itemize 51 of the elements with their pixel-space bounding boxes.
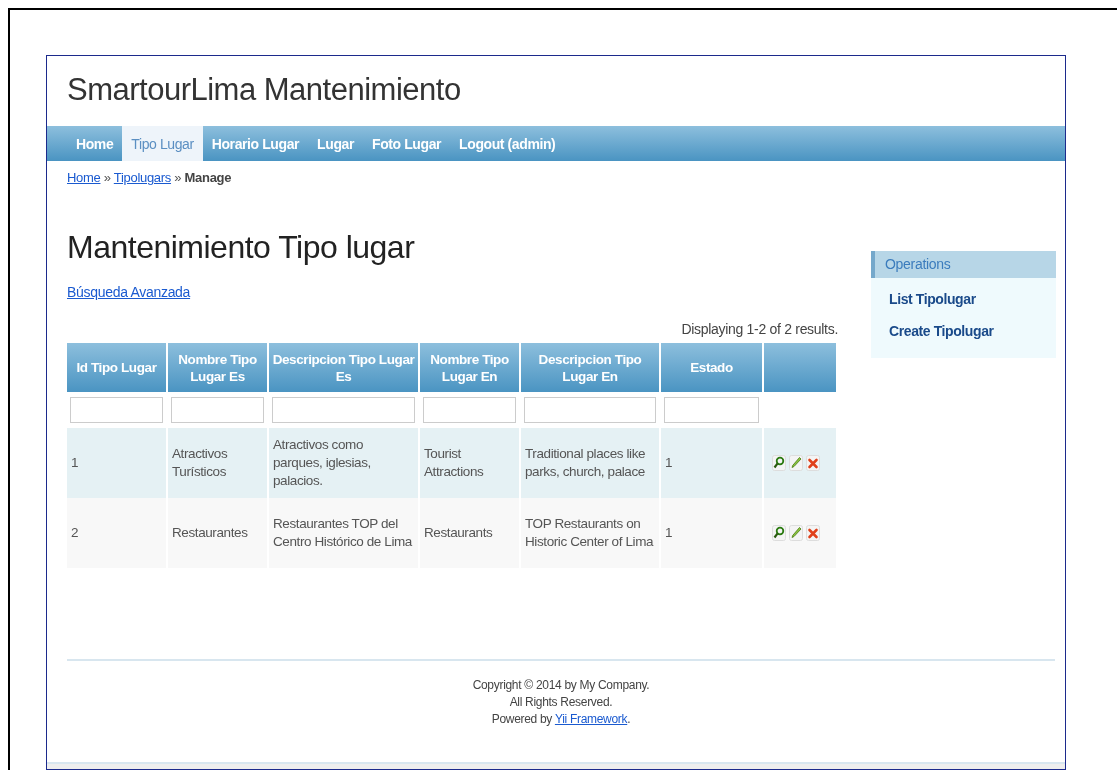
footer-text: Copyright © 2014 by My Company. <box>471 677 651 694</box>
magnifier-icon[interactable] <box>772 455 786 471</box>
nav-tab[interactable]: Tipo Lugar <box>122 126 203 161</box>
operation-link[interactable]: List Tipolugar <box>889 286 1056 318</box>
table-cell: TOP Restaurants on Historic Center of Lima <box>521 498 661 568</box>
footer-text: All Rights Reserved. <box>508 694 614 711</box>
page-heading: Mantenimiento Tipo lugar <box>67 229 416 267</box>
delete-icon[interactable] <box>806 525 820 541</box>
site-title: SmartourLima Mantenimiento <box>67 72 462 109</box>
table-cell: Restaurantes TOP del Centro Histórico de Lima <box>269 498 420 568</box>
filter-field[interactable] <box>171 397 264 423</box>
table-cell: Restaurants <box>420 498 521 568</box>
column-header[interactable]: Descripcion Tipo Lugar En <box>521 343 661 392</box>
breadcrumb-link[interactable]: Home <box>67 170 101 185</box>
column-header[interactable]: Id Tipo Lugar <box>67 343 168 392</box>
table-cell: 1 <box>661 428 764 498</box>
filter-field[interactable] <box>70 397 163 423</box>
filter-field[interactable] <box>272 397 415 423</box>
table-cell: Tourist Attractions <box>420 428 521 498</box>
nav-tab[interactable]: Lugar <box>308 126 363 161</box>
table-cell: Atractivos como parques, iglesias, palacios. <box>269 428 420 498</box>
nav-tab[interactable]: Horario Lugar <box>202 126 309 161</box>
footer-text: Powered by Yii Framework. <box>490 711 632 728</box>
magnifier-icon[interactable] <box>772 525 786 541</box>
pencil-icon[interactable] <box>789 525 803 541</box>
results-summary: Displaying 1-2 of 2 results. <box>680 321 838 339</box>
column-header[interactable]: Descripcion Tipo Lugar Es <box>269 343 420 392</box>
column-header[interactable]: Nombre Tipo Lugar Es <box>168 343 269 392</box>
filter-field[interactable] <box>524 397 656 423</box>
table-cell: 1 <box>661 498 764 568</box>
table-cell: Restaurantes <box>168 498 269 568</box>
advanced-search-link[interactable]: Búsqueda Avanzada <box>67 284 191 300</box>
breadcrumb-separator: » <box>174 170 182 185</box>
column-header[interactable]: Nombre Tipo Lugar En <box>420 343 521 392</box>
pencil-icon[interactable] <box>789 455 803 471</box>
operation-link[interactable]: Create Tipolugar <box>889 318 1056 350</box>
delete-icon[interactable] <box>806 455 820 471</box>
table-cell: Traditional places like parks, church, palace <box>521 428 661 498</box>
breadcrumb-current: Manage <box>184 170 232 185</box>
breadcrumb-link[interactable]: Tipolugars <box>113 170 172 185</box>
column-header[interactable]: Estado <box>661 343 764 392</box>
table-cell: 2 <box>67 498 168 568</box>
breadcrumb-separator: » <box>103 170 111 185</box>
table-cell: 1 <box>67 428 168 498</box>
filter-field[interactable] <box>664 397 759 423</box>
nav-tab[interactable]: Foto Lugar <box>363 126 451 161</box>
nav-tab[interactable]: Home <box>67 126 123 161</box>
table-cell: Atractivos Turísticos <box>168 428 269 498</box>
filter-field[interactable] <box>423 397 516 423</box>
operations-header: Operations <box>871 251 1056 278</box>
nav-tab[interactable]: Logout (admin) <box>450 126 565 161</box>
